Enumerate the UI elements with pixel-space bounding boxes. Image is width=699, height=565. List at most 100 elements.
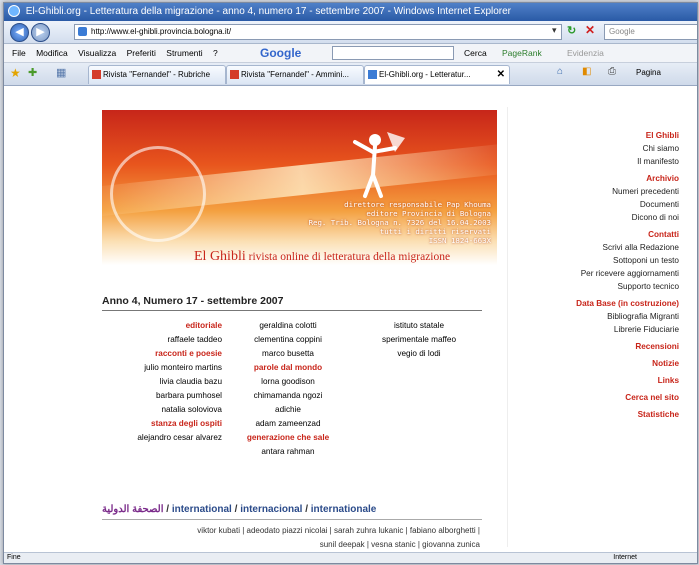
- sidebar-section-header[interactable]: El Ghibli: [514, 129, 679, 142]
- google-search-input[interactable]: [332, 46, 454, 60]
- intl-authors-line[interactable]: viktor kubati | adeodato piazzi nicolai …: [102, 524, 480, 538]
- banner-ring: [110, 146, 206, 242]
- home-icon[interactable]: ⌂: [557, 66, 563, 77]
- tab-el-ghibli[interactable]: El-Ghibli.org - Letteratur... ✕: [364, 65, 510, 84]
- author-link[interactable]: chimamanda ngozi: [229, 389, 347, 403]
- browser-window: El-Ghibli.org - Letteratura della migraz…: [3, 2, 698, 564]
- sidebar-item[interactable]: Per ricevere aggiornamenti: [514, 267, 679, 280]
- sidebar-item[interactable]: Bibliografia Migranti: [514, 310, 679, 323]
- tab-fernandel-ammini[interactable]: Rivista "Fernandel" - Ammini...: [226, 65, 364, 84]
- intl-en-link[interactable]: international: [172, 504, 232, 515]
- author-link[interactable]: livia claudia bazu: [102, 375, 222, 389]
- menu-strumenti[interactable]: Strumenti: [166, 44, 202, 62]
- print-icon[interactable]: ⎙: [608, 66, 616, 77]
- intl-authors: viktor kubati | adeodato piazzi nicolai …: [102, 524, 480, 552]
- intl-separator: /: [302, 504, 311, 515]
- menu-help[interactable]: ?: [213, 44, 218, 62]
- sidebar-item[interactable]: Sottoponi un testo: [514, 254, 679, 267]
- sidebar-section-header[interactable]: Cerca nel sito: [514, 391, 679, 404]
- evidenzia-button[interactable]: Evidenzia: [567, 44, 604, 62]
- sidebar-section-header[interactable]: Statistiche: [514, 408, 679, 421]
- author-link[interactable]: lorna goodison: [229, 375, 347, 389]
- author-link[interactable]: barbara pumhosel: [102, 389, 222, 403]
- page-content: direttore responsabile Pap Khouma editor…: [4, 87, 697, 553]
- title-bar: El-Ghibli.org - Letteratura della migraz…: [4, 3, 697, 21]
- menu-file[interactable]: File: [12, 44, 26, 62]
- address-input[interactable]: http://www.el-ghibli.provincia.bologna.i…: [74, 24, 562, 40]
- add-favorites-icon[interactable]: ✚: [28, 66, 37, 79]
- tab-fernandel-rubriche[interactable]: Rivista "Fernandel" - Rubriche: [88, 65, 226, 84]
- sidebar-item[interactable]: Supporto tecnico: [514, 280, 679, 293]
- site-name: El Ghibli: [194, 249, 246, 264]
- intl-fr-link[interactable]: internationale: [311, 504, 377, 515]
- sidebar-item[interactable]: Il manifesto: [514, 155, 679, 168]
- author-link[interactable]: adam zameenzad: [229, 417, 347, 431]
- tab-label: Rivista "Fernandel" - Rubriche: [103, 70, 211, 79]
- close-tab-icon[interactable]: ✕: [497, 66, 505, 84]
- sidebar-item[interactable]: Chi siamo: [514, 142, 679, 155]
- menu-modifica[interactable]: Modifica: [36, 44, 68, 62]
- sidebar-section-header[interactable]: Recensioni: [514, 340, 679, 353]
- author-link[interactable]: clementina coppini: [229, 333, 347, 347]
- tab-label: El-Ghibli.org - Letteratur...: [379, 70, 471, 79]
- sidebar-section-header[interactable]: Contatti: [514, 228, 679, 241]
- sidebar-item[interactable]: Dicono di noi: [514, 211, 679, 224]
- back-button[interactable]: ◀: [10, 23, 29, 42]
- sidebar-item[interactable]: Numeri precedenti: [514, 185, 679, 198]
- stop-icon[interactable]: ✕: [585, 23, 599, 37]
- section-heading[interactable]: parole dal mondo: [229, 361, 347, 375]
- intl-authors-line[interactable]: sunil deepak | vesna stanic | giovanna z…: [102, 538, 480, 552]
- tab-favicon: [92, 70, 101, 79]
- menu-visualizza[interactable]: Visualizza: [78, 44, 116, 62]
- site-title[interactable]: El Ghibli rivista online di letteratura …: [194, 249, 450, 265]
- tab-list-icon[interactable]: ▦: [56, 66, 66, 79]
- author-link[interactable]: antara rahman: [229, 445, 347, 459]
- google-toolbar-logo: Google: [252, 44, 301, 62]
- search-input[interactable]: Google: [604, 24, 697, 40]
- credit-line: ISSN 1824-663X: [428, 236, 491, 245]
- section-heading[interactable]: stanza degli ospiti: [102, 417, 222, 431]
- author-link[interactable]: vegio di lodi: [359, 347, 479, 361]
- cerca-button[interactable]: Cerca: [464, 44, 487, 62]
- author-link[interactable]: geraldina colotti: [229, 319, 347, 333]
- author-link[interactable]: julio monteiro martins: [102, 361, 222, 375]
- author-link[interactable]: marco busetta: [229, 347, 347, 361]
- pagina-menu[interactable]: Pagina: [636, 68, 661, 77]
- dancer-figure-icon: [353, 132, 405, 198]
- sidebar-item[interactable]: Scrivi alla Redazione: [514, 241, 679, 254]
- feeds-icon[interactable]: ◧: [582, 66, 591, 77]
- favorites-star-icon[interactable]: ★: [10, 66, 21, 80]
- intl-arabic-link[interactable]: الصحفة الدولية: [102, 504, 163, 515]
- author-link[interactable]: alejandro cesar alvarez: [102, 431, 222, 445]
- section-heading[interactable]: racconti e poesie: [102, 347, 222, 361]
- sidebar-item[interactable]: Documenti: [514, 198, 679, 211]
- refresh-icon[interactable]: ↻: [567, 24, 581, 38]
- sidebar-section-header[interactable]: Archivio: [514, 172, 679, 185]
- status-text: Fine: [7, 554, 21, 561]
- author-link[interactable]: adichie: [229, 403, 347, 417]
- sidebar-section-header[interactable]: Data Base (in costruzione): [514, 297, 679, 310]
- sidebar-section-header[interactable]: Notizie: [514, 357, 679, 370]
- menu-bar: File Modifica Visualizza Preferiti Strum…: [4, 44, 697, 63]
- author-link[interactable]: istituto statale: [359, 319, 479, 333]
- author-link[interactable]: natalia soloviova: [102, 403, 222, 417]
- intl-es-link[interactable]: internacional: [240, 504, 302, 515]
- sidebar-item[interactable]: Librerie Fiduciarie: [514, 323, 679, 336]
- dropdown-icon[interactable]: ▾: [552, 25, 562, 37]
- header-banner: direttore responsabile Pap Khouma editor…: [102, 110, 497, 265]
- menu-preferiti[interactable]: Preferiti: [127, 44, 156, 62]
- banner-credits: direttore responsabile Pap Khouma editor…: [309, 200, 491, 245]
- section-heading[interactable]: generazione che sale: [229, 431, 347, 445]
- author-link[interactable]: sperimentale maffeo: [359, 333, 479, 347]
- credit-line: tutti i diritti riservati: [379, 227, 491, 236]
- intl-separator: /: [163, 504, 172, 515]
- address-bar: ◀ ▶ http://www.el-ghibli.provincia.bolog…: [4, 21, 697, 44]
- sidebar-section-header[interactable]: Links: [514, 374, 679, 387]
- section-heading[interactable]: editoriale: [102, 319, 222, 333]
- contents-column-2: geraldina colotti clementina coppini marco…: [229, 319, 347, 459]
- author-link[interactable]: raffaele taddeo: [102, 333, 222, 347]
- site-tagline: rivista online di letteratura della migr…: [245, 251, 451, 263]
- intl-separator: /: [231, 504, 241, 515]
- forward-button[interactable]: ▶: [31, 23, 50, 42]
- credit-line: direttore responsabile Pap Khouma: [344, 200, 491, 209]
